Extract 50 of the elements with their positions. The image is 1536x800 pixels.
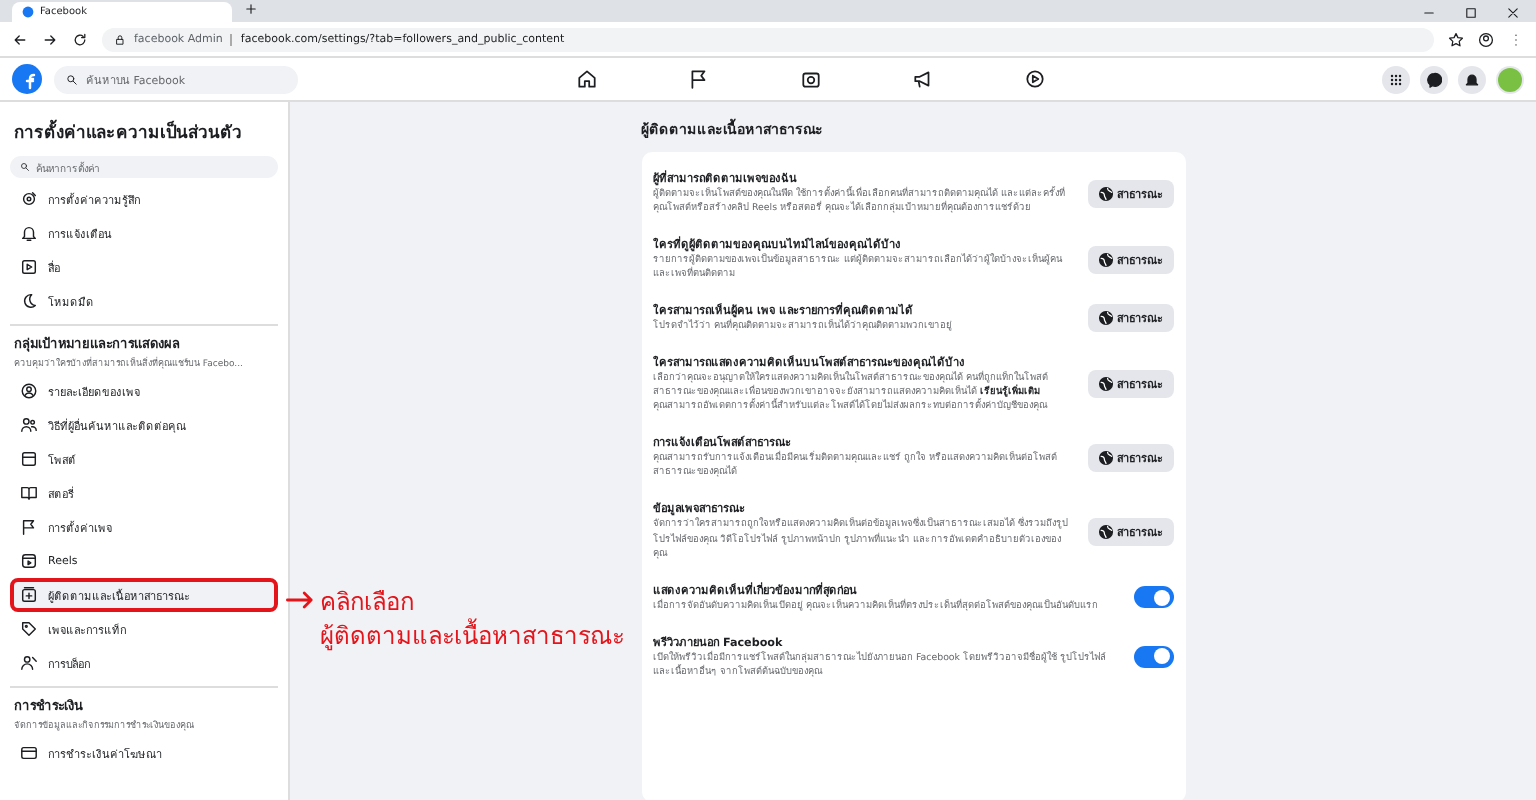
notifications-button[interactable]	[1458, 65, 1486, 93]
back-icon	[12, 31, 28, 47]
globe-icon	[1097, 449, 1113, 466]
menu-button[interactable]	[1382, 65, 1410, 93]
account-button[interactable]	[1496, 65, 1524, 93]
globe-icon	[1097, 523, 1113, 540]
grid-icon	[1388, 71, 1404, 87]
lock-icon	[114, 33, 126, 45]
moon-icon	[20, 292, 38, 310]
globe-icon	[1097, 376, 1113, 393]
plus-box-icon	[20, 586, 38, 604]
toggle-switch[interactable]	[1133, 586, 1173, 609]
video-icon	[1023, 68, 1045, 90]
book-icon	[20, 484, 38, 502]
person-circle-icon	[20, 382, 38, 400]
plus-icon	[244, 2, 258, 16]
bell-icon	[20, 224, 38, 242]
profile-icon	[1478, 31, 1494, 47]
forward-icon	[42, 31, 58, 47]
star-icon	[1448, 31, 1464, 47]
annotation-text: คลิกเลือก	[320, 586, 416, 618]
search-icon	[20, 162, 30, 172]
facebook-logo-icon	[22, 6, 34, 18]
card-icon	[20, 744, 38, 762]
facebook-logo-icon[interactable]	[12, 64, 42, 94]
sidebar-title: การตั้งค่าและความเป็นส่วนตัว	[14, 118, 274, 146]
people-icon	[20, 416, 38, 434]
home-icon	[575, 68, 597, 90]
post-icon	[20, 450, 38, 468]
globe-icon	[1097, 185, 1113, 202]
media-icon	[20, 258, 38, 276]
annotation-text: ผู้ติดตามและเนื้อหาสาธารณะ	[320, 620, 624, 654]
flag-icon	[20, 518, 38, 536]
chat-icon	[1426, 71, 1442, 87]
maximize-icon	[1464, 5, 1478, 19]
tag-icon	[20, 620, 38, 638]
person-block-icon	[20, 654, 38, 672]
bell-icon	[1464, 71, 1480, 87]
close-icon	[1506, 5, 1520, 19]
avatar	[1498, 67, 1522, 91]
arrow-icon	[286, 586, 314, 614]
globe-icon	[1097, 310, 1113, 327]
megaphone-icon	[911, 68, 933, 90]
reels-icon	[20, 552, 38, 570]
flag-icon	[687, 68, 709, 90]
messenger-button[interactable]	[1420, 65, 1448, 93]
reload-icon	[72, 31, 88, 47]
globe-icon	[1097, 251, 1113, 268]
toggle-switch[interactable]	[1133, 645, 1173, 668]
search-icon	[66, 73, 78, 85]
